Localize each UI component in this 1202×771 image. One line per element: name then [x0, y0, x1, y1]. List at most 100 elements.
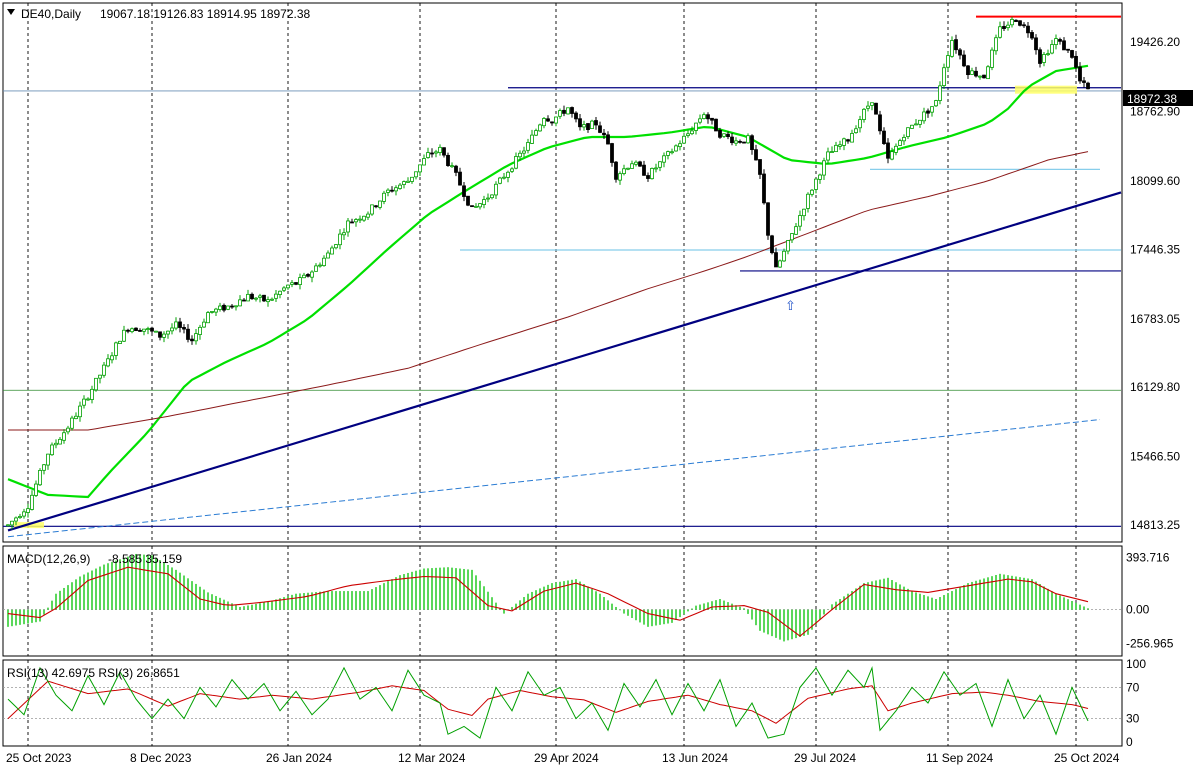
candle-body — [402, 181, 406, 185]
candle-body — [514, 156, 518, 169]
time-axis: 25 Oct 2023 8 Dec 2023 26 Jan 2024 12 Mar 2… — [6, 751, 1120, 765]
candle-body — [130, 328, 134, 333]
y-tick-label: 17446.35 — [1130, 242, 1180, 256]
candle-body — [862, 108, 866, 120]
candle-body — [774, 252, 778, 268]
candle-body — [1054, 38, 1058, 46]
candle-body — [994, 37, 998, 52]
candle-body — [498, 177, 502, 184]
candle-body — [350, 221, 354, 224]
candle-body — [466, 195, 470, 206]
candle-body — [602, 132, 606, 136]
candle-body — [1014, 19, 1018, 22]
candle-body — [434, 151, 438, 154]
candle-body — [1002, 26, 1006, 29]
candle-body — [894, 145, 898, 153]
candle-body — [942, 67, 946, 86]
candle-body — [838, 144, 842, 147]
y-tick-label: 18762.90 — [1130, 105, 1180, 119]
candle-body — [214, 308, 218, 313]
candle-body — [726, 133, 730, 138]
candle-body — [26, 508, 30, 513]
candle-body — [618, 173, 622, 181]
candle-body — [190, 338, 194, 342]
candle-body — [750, 135, 754, 151]
candle-body — [542, 118, 546, 127]
candle-body — [366, 213, 370, 218]
candle-body — [222, 304, 226, 311]
candle-body — [418, 164, 422, 173]
candle-body — [206, 312, 210, 324]
candle-body — [558, 110, 562, 117]
candle-body — [634, 161, 638, 165]
candle-body — [474, 205, 478, 208]
candle-body — [910, 124, 914, 129]
candle-body — [946, 55, 950, 68]
candle-body — [170, 327, 174, 332]
candle-body — [510, 168, 514, 172]
candle-body — [74, 415, 78, 420]
candle-body — [242, 299, 246, 302]
candle-body — [534, 130, 538, 136]
candle-body — [238, 299, 242, 307]
candle-body — [826, 151, 830, 161]
candle-body — [886, 142, 890, 159]
candle-body — [346, 220, 350, 233]
candle-body — [626, 167, 630, 170]
candle-body — [442, 147, 446, 156]
candle-body — [926, 110, 930, 114]
candle-body — [370, 204, 374, 215]
macd-values: -8.585 35.159 — [108, 552, 182, 566]
candle-body — [110, 355, 114, 361]
candle-body — [814, 178, 818, 190]
candle-body — [14, 517, 18, 522]
candle-body — [658, 161, 662, 168]
candle-body — [42, 464, 46, 471]
candle-body — [710, 117, 714, 121]
rsi-tick-label: 30 — [1126, 712, 1140, 726]
candle-body — [90, 388, 94, 400]
candle-body — [906, 127, 910, 137]
candle-body — [622, 168, 626, 174]
candle-body — [802, 208, 806, 217]
candle-body — [582, 124, 586, 128]
candle-body — [902, 137, 906, 142]
candle-body — [538, 124, 542, 132]
candle-body — [770, 235, 774, 254]
candle-body — [962, 54, 966, 67]
x-tick-label: 26 Jan 2024 — [266, 751, 332, 765]
candle-body — [890, 151, 894, 160]
candle-body — [394, 187, 398, 192]
y-tick-label: 15466.50 — [1130, 450, 1180, 464]
candle-body — [146, 328, 150, 330]
candle-body — [834, 144, 838, 153]
candle-body — [450, 165, 454, 168]
candle-body — [486, 197, 490, 200]
candle-body — [922, 111, 926, 122]
rsi-title: RSI(13) 42.6975 RSI(3) 26.8651 — [7, 666, 180, 680]
x-tick-label: 12 Mar 2024 — [398, 751, 466, 765]
candle-body — [30, 494, 34, 510]
candle-body — [414, 171, 418, 178]
x-tick-label: 11 Sep 2024 — [926, 751, 993, 765]
candle-body — [566, 107, 570, 115]
candle-body — [326, 252, 330, 259]
candle-body — [550, 121, 554, 124]
macd-tick-label: -256.965 — [1126, 637, 1174, 651]
candle-body — [250, 293, 254, 300]
candle-body — [586, 123, 590, 131]
candle-body — [866, 105, 870, 109]
candle-body — [682, 135, 686, 144]
y-tick-label: 19426.20 — [1130, 35, 1180, 49]
candle-body — [878, 114, 882, 132]
candle-body — [186, 328, 190, 340]
candle-body — [98, 374, 102, 379]
candle-body — [182, 327, 186, 330]
candle-body — [830, 151, 834, 153]
candle-body — [430, 152, 434, 155]
candle-body — [54, 442, 58, 446]
y-tick-label: 16129.80 — [1130, 380, 1180, 394]
candle-body — [386, 189, 390, 193]
candle-body — [1034, 37, 1038, 51]
candle-body — [662, 155, 666, 163]
